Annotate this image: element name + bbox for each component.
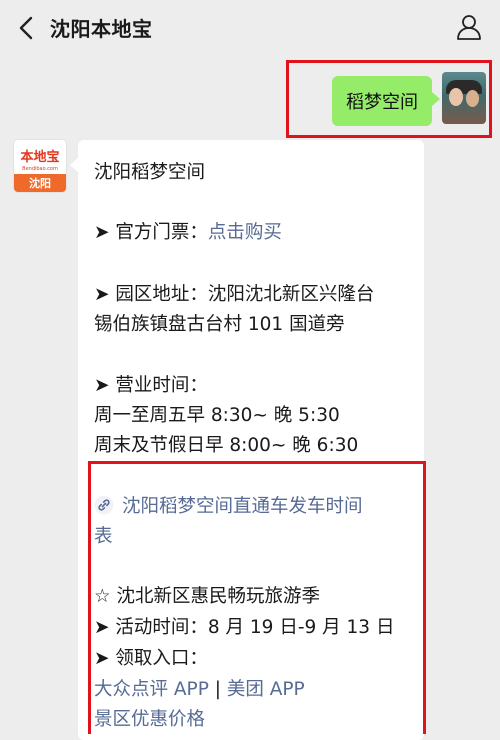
hours-weekday: 周一至周五早 8:30~ 晚 5:30 [94, 405, 340, 426]
chat-title: 沈阳本地宝 [50, 17, 153, 41]
person-icon[interactable] [456, 14, 482, 40]
bot-logo-city: 沈阳 [14, 174, 66, 192]
hours-weekend: 周末及节假日早 8:00~ 晚 6:30 [94, 435, 359, 456]
address-line-2: 锡伯族镇盘古台村 101 国道旁 [94, 314, 345, 335]
ticket-label: ➤ 官方门票： [94, 222, 208, 243]
message-title: 沈阳稻梦空间 [94, 162, 206, 183]
chat-header: 沈阳本地宝 [0, 0, 500, 56]
highlight-box-top [286, 60, 492, 138]
chevron-left-icon[interactable] [14, 14, 38, 42]
bot-avatar[interactable]: 本地宝 Bendibao.com 沈阳 [14, 140, 66, 192]
bot-logo-sub: Bendibao.com [22, 166, 58, 172]
hours-label: ➤ 营业时间： [94, 375, 208, 396]
ticket-line: ➤ 官方门票：点击购买 [94, 218, 282, 244]
buy-ticket-link[interactable]: 点击购买 [208, 222, 282, 243]
address-line-1: ➤ 园区地址：沈阳沈北新区兴隆台 [94, 284, 375, 305]
highlight-box-bottom [88, 461, 426, 734]
